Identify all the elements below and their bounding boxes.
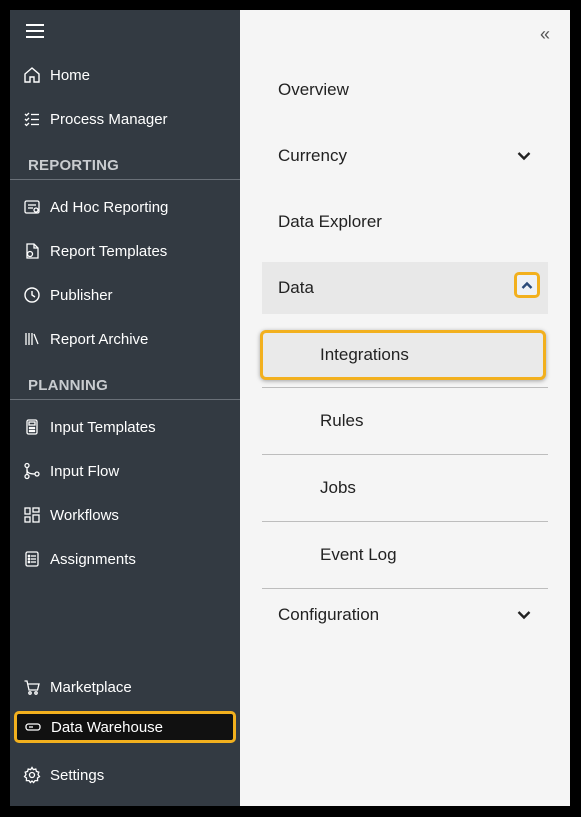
sidebar-item-report-templates[interactable]: Report Templates [10, 234, 240, 268]
chevron-up-icon[interactable] [514, 272, 540, 298]
panel-subitem-label: Rules [320, 411, 364, 430]
checklist-icon [22, 109, 42, 129]
section-divider [10, 399, 240, 400]
sidebar: Home Process Manager REPORTING Ad Hoc Re… [10, 10, 240, 806]
sidebar-item-label: Publisher [50, 286, 113, 304]
sidebar-item-label: Workflows [50, 506, 119, 524]
sidebar-item-label: Input Templates [50, 418, 156, 436]
panel-subitem-event-log[interactable]: Event Log [262, 522, 548, 588]
home-icon [22, 65, 42, 85]
clock-icon [22, 285, 42, 305]
sidebar-item-home[interactable]: Home [10, 58, 240, 92]
adhoc-report-icon [22, 197, 42, 217]
panel-item-label: Overview [278, 80, 349, 99]
panel-item-label: Data [278, 278, 314, 297]
section-title-reporting: REPORTING [28, 157, 119, 174]
sidebar-item-label: Settings [50, 766, 105, 784]
sidebar-item-workflows[interactable]: Workflows [10, 498, 240, 532]
app-frame: Home Process Manager REPORTING Ad Hoc Re… [10, 10, 570, 806]
panel-subitem-jobs[interactable]: Jobs [262, 455, 548, 521]
sidebar-item-input-flow[interactable]: Input Flow [10, 454, 240, 488]
sidebar-item-label: Data Warehouse [51, 718, 164, 736]
flow-icon [22, 461, 42, 481]
panel-item-label: Configuration [278, 605, 380, 624]
panel-subitem-rules[interactable]: Rules [262, 388, 548, 454]
sidebar-item-publisher[interactable]: Publisher [10, 278, 240, 312]
assignments-icon [22, 549, 42, 569]
warehouse-icon [23, 717, 43, 737]
sidebar-item-ad-hoc-reporting[interactable]: Ad Hoc Reporting [10, 190, 240, 224]
panel-item-configuration[interactable]: Configuration [262, 589, 548, 641]
sidebar-item-process-manager[interactable]: Process Manager [10, 102, 240, 136]
sidebar-item-label: Marketplace [50, 678, 132, 696]
gear-icon [22, 765, 42, 785]
cart-icon [22, 677, 42, 697]
panel-item-data-explorer[interactable]: Data Explorer [262, 196, 548, 248]
sidebar-item-label: Process Manager [50, 110, 168, 128]
panel-item-data[interactable]: Data [262, 262, 548, 314]
sidebar-item-marketplace[interactable]: Marketplace [10, 670, 240, 704]
collapse-panel-icon[interactable]: « [534, 24, 556, 44]
sidebar-item-assignments[interactable]: Assignments [10, 542, 240, 576]
workflow-icon [22, 505, 42, 525]
calculator-icon [22, 417, 42, 437]
secondary-nav-panel: « Overview Currency Data Explorer Data I… [240, 10, 570, 806]
section-divider [10, 179, 240, 180]
sidebar-item-settings[interactable]: Settings [10, 758, 240, 792]
panel-item-label: Data Explorer [278, 212, 382, 231]
report-template-icon [22, 241, 42, 261]
panel-item-label: Currency [278, 146, 347, 165]
panel-subitem-label: Integrations [320, 345, 409, 364]
sidebar-item-label: Assignments [50, 550, 136, 568]
panel-item-overview[interactable]: Overview [262, 64, 548, 116]
panel-item-currency[interactable]: Currency [262, 130, 548, 182]
sidebar-item-label: Ad Hoc Reporting [50, 198, 169, 216]
sidebar-item-label: Input Flow [50, 462, 120, 480]
archive-icon [22, 329, 42, 349]
panel-subitem-integrations[interactable]: Integrations [260, 330, 546, 380]
sidebar-item-input-templates[interactable]: Input Templates [10, 410, 240, 444]
sidebar-item-label: Home [50, 66, 91, 84]
chevron-down-icon[interactable] [514, 146, 534, 166]
sidebar-item-label: Report Archive [50, 330, 149, 348]
sidebar-item-report-archive[interactable]: Report Archive [10, 322, 240, 356]
hamburger-icon[interactable] [26, 24, 44, 38]
sidebar-item-label: Report Templates [50, 242, 168, 260]
section-title-planning: PLANNING [28, 377, 108, 394]
sidebar-item-data-warehouse[interactable]: Data Warehouse [14, 711, 236, 743]
chevron-down-icon[interactable] [514, 605, 534, 625]
panel-subitem-label: Jobs [320, 478, 356, 497]
panel-subitem-label: Event Log [320, 545, 397, 564]
